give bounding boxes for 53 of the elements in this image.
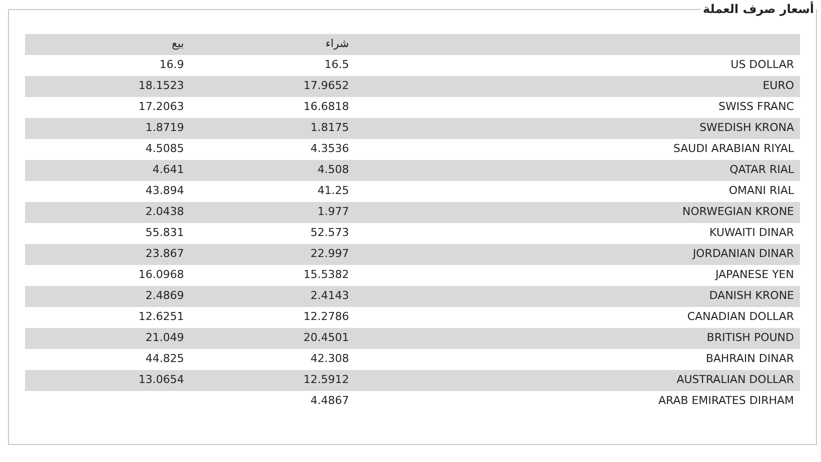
column-header: بيع bbox=[25, 34, 190, 55]
buy-rate: 16.6818 bbox=[304, 100, 349, 114]
buy-rate: 20.4501 bbox=[304, 331, 349, 344]
sell-rate: 4.641 bbox=[152, 163, 184, 176]
currency-name: SAUDI ARABIAN RIYAL bbox=[673, 142, 794, 156]
sell-rate: 16.0968 bbox=[138, 268, 184, 282]
sell-rate: 2.4869 bbox=[146, 289, 184, 302]
currency-name: EURO bbox=[762, 79, 794, 92]
sell-rate: 16.9 bbox=[160, 58, 184, 72]
sell-rate: 17.2063 bbox=[138, 100, 184, 114]
buy-rate: 17.9652 bbox=[304, 79, 349, 92]
currency-name: BAHRAIN DINAR bbox=[706, 352, 794, 366]
currency-name: NORWEGIAN KRONE bbox=[682, 205, 794, 218]
currency-name: AUSTRALIAN DOLLAR bbox=[676, 373, 794, 386]
sell-rate: 23.867 bbox=[146, 247, 184, 260]
currency-name: QATAR RIAL bbox=[730, 163, 794, 176]
currency-name: KUWAITI DINAR bbox=[709, 226, 794, 240]
currency-name: DANISH KRONE bbox=[709, 289, 794, 302]
sell-rate: 4.5085 bbox=[146, 142, 184, 156]
sell-rate: 12.6251 bbox=[138, 310, 184, 324]
buy-rate: 12.5912 bbox=[304, 373, 349, 386]
buy-rate: 12.2786 bbox=[304, 310, 349, 324]
buy-rate: 15.5382 bbox=[304, 268, 349, 282]
column-header: شراء bbox=[190, 34, 355, 55]
currency-name: US DOLLAR bbox=[730, 58, 794, 72]
sell-rate: 13.0654 bbox=[138, 373, 184, 386]
buy-rate: 4.4867 bbox=[310, 394, 349, 408]
buy-rate: 2.4143 bbox=[310, 289, 349, 302]
currency-name: JORDANIAN DINAR bbox=[692, 247, 794, 260]
buy-rate: 22.997 bbox=[310, 247, 349, 260]
currency-name: SWEDISH KRONA bbox=[699, 121, 794, 134]
buy-rate: 1.977 bbox=[318, 205, 349, 218]
sell-rate: 21.049 bbox=[146, 331, 184, 344]
sell-rate: 1.8719 bbox=[146, 121, 184, 134]
panel-title: أسعار صرف العملة bbox=[702, 0, 815, 18]
sell-rate: 18.1523 bbox=[138, 79, 184, 92]
currency-name: OMANI RIAL bbox=[728, 184, 794, 198]
sell-rate: 55.831 bbox=[146, 226, 184, 240]
buy-rate: 4.508 bbox=[318, 163, 349, 176]
currency-name: JAPANESE YEN bbox=[715, 268, 794, 282]
sell-rate: 2.0438 bbox=[146, 205, 184, 218]
buy-rate: 41.25 bbox=[318, 184, 349, 198]
currency-name: BRITISH POUND bbox=[706, 331, 794, 344]
buy-rate: 52.573 bbox=[310, 226, 349, 240]
currency-name: SWISS FRANC bbox=[718, 100, 794, 114]
currency-name: CANADIAN DOLLAR bbox=[687, 310, 794, 324]
buy-rate: 1.8175 bbox=[310, 121, 349, 134]
sell-rate: 44.825 bbox=[146, 352, 184, 366]
buy-rate: 16.5 bbox=[324, 58, 349, 72]
sell-rate: 43.894 bbox=[146, 184, 184, 198]
buy-rate: 4.3536 bbox=[310, 142, 349, 156]
buy-rate: 42.308 bbox=[310, 352, 349, 366]
currency-name: ARAB EMIRATES DIRHAM bbox=[658, 394, 794, 408]
